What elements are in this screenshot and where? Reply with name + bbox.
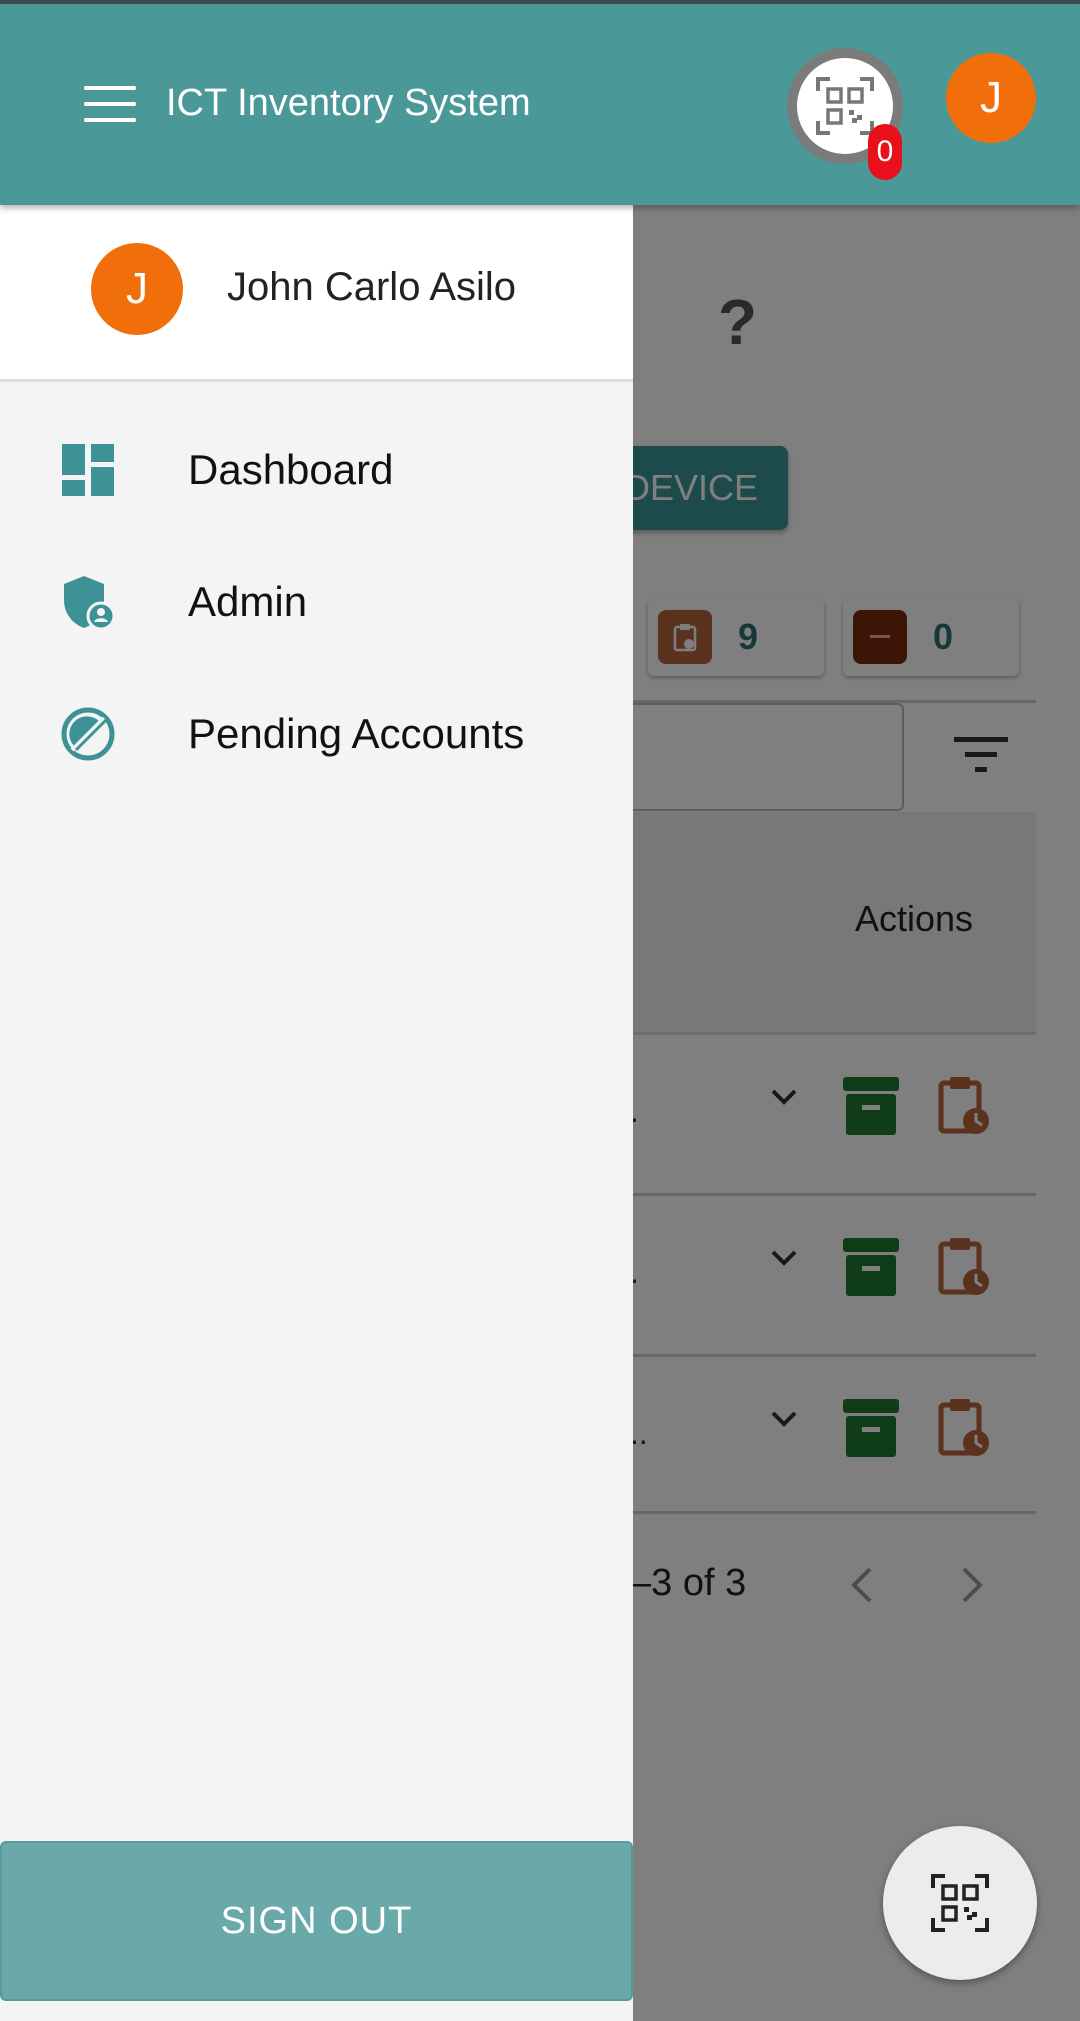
user-name: John Carlo Asilo: [227, 265, 517, 309]
scan-qr-fab[interactable]: [883, 1826, 1037, 1980]
dashboard-icon: [60, 442, 116, 498]
navigation-drawer: J John Carlo Asilo Dashboard Admin Pendi…: [0, 205, 633, 2021]
user-avatar[interactable]: J: [946, 53, 1036, 143]
app-title: ICT Inventory System: [166, 82, 531, 124]
nav-item-admin[interactable]: Admin: [0, 540, 633, 660]
avatar: J: [91, 243, 183, 335]
sign-out-button[interactable]: SIGN OUT: [0, 1841, 633, 2001]
nav-item-label: Pending Accounts: [188, 710, 525, 757]
nav-item-dashboard[interactable]: Dashboard: [0, 408, 633, 528]
nav-item-pending-accounts[interactable]: Pending Accounts: [0, 672, 633, 792]
qr-count-badge: 0: [868, 124, 902, 180]
qr-code-icon: [816, 77, 874, 135]
qr-code-icon: [931, 1874, 989, 1932]
drawer-profile: J John Carlo Asilo: [0, 205, 633, 382]
nav-item-label: Admin: [188, 578, 308, 625]
app-bar: ICT Inventory System 0 J: [0, 0, 1080, 205]
menu-icon[interactable]: [84, 86, 136, 126]
pending-accounts-icon: [60, 706, 116, 762]
admin-shield-icon: [60, 574, 116, 631]
nav-item-label: Dashboard: [188, 446, 394, 493]
